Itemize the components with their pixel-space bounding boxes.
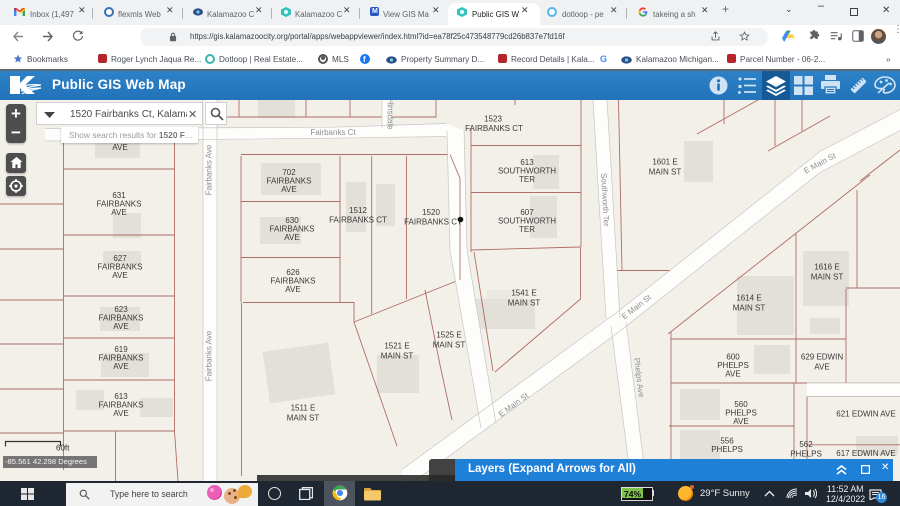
svg-text:629 EDWIN: 629 EDWIN [801,353,843,362]
svg-text:MAIN ST: MAIN ST [733,304,766,313]
svg-text:AVE: AVE [113,322,128,331]
svg-text:MAIN ST: MAIN ST [811,273,844,282]
svg-text:1520: 1520 [422,208,440,217]
svg-text:AVE: AVE [281,185,296,194]
svg-text:1614 E: 1614 E [736,294,761,303]
svg-text:PHELPS: PHELPS [790,450,822,459]
svg-text:FAIRBANKS CT: FAIRBANKS CT [329,216,387,225]
svg-text:1525 E: 1525 E [436,331,461,340]
svg-text:MAIN ST: MAIN ST [433,341,466,350]
svg-text:AVE: AVE [113,362,128,371]
svg-text:AVE: AVE [814,363,829,372]
svg-text:1601 E: 1601 E [652,158,677,167]
svg-text:AVE: AVE [112,271,127,280]
svg-text:AVE: AVE [284,233,299,242]
svg-text:FAIRBANKS CT: FAIRBANKS CT [465,124,523,133]
svg-text:1512: 1512 [349,206,367,215]
svg-text:1541 E: 1541 E [511,289,536,298]
svg-text:617 EDWIN AVE: 617 EDWIN AVE [836,449,895,458]
svg-text:AVE: AVE [285,285,300,294]
svg-text:MAIN ST: MAIN ST [287,414,320,423]
svg-text:1511 E: 1511 E [291,404,316,413]
svg-text:AVE: AVE [111,208,126,217]
svg-text:1521 E: 1521 E [384,342,409,351]
svg-text:1616 E: 1616 E [814,263,839,272]
svg-text:AVE: AVE [112,143,127,152]
svg-text:MAIN ST: MAIN ST [649,168,682,177]
svg-text:AVE: AVE [113,409,128,418]
svg-text:AVE: AVE [733,417,748,426]
svg-text:FAIRBANKS CT: FAIRBANKS CT [404,218,462,227]
svg-text:Hinsdale: Hinsdale [386,100,395,130]
svg-text:Fairbanks Ave: Fairbanks Ave [205,144,214,195]
svg-text:562: 562 [799,440,813,449]
svg-text:MAIN ST: MAIN ST [381,352,414,361]
svg-text:1523: 1523 [484,115,502,124]
svg-text:TER: TER [519,175,535,184]
svg-text:Fairbanks Ct: Fairbanks Ct [310,128,356,137]
svg-text:PHELPS: PHELPS [711,445,743,454]
svg-text:AVE: AVE [725,370,740,379]
svg-text:MAIN ST: MAIN ST [508,299,541,308]
svg-text:621 EDWIN AVE: 621 EDWIN AVE [836,410,895,419]
svg-text:Fairbanks Ave: Fairbanks Ave [205,330,214,381]
svg-text:TER: TER [519,225,535,234]
svg-text:60ft: 60ft [56,444,70,453]
